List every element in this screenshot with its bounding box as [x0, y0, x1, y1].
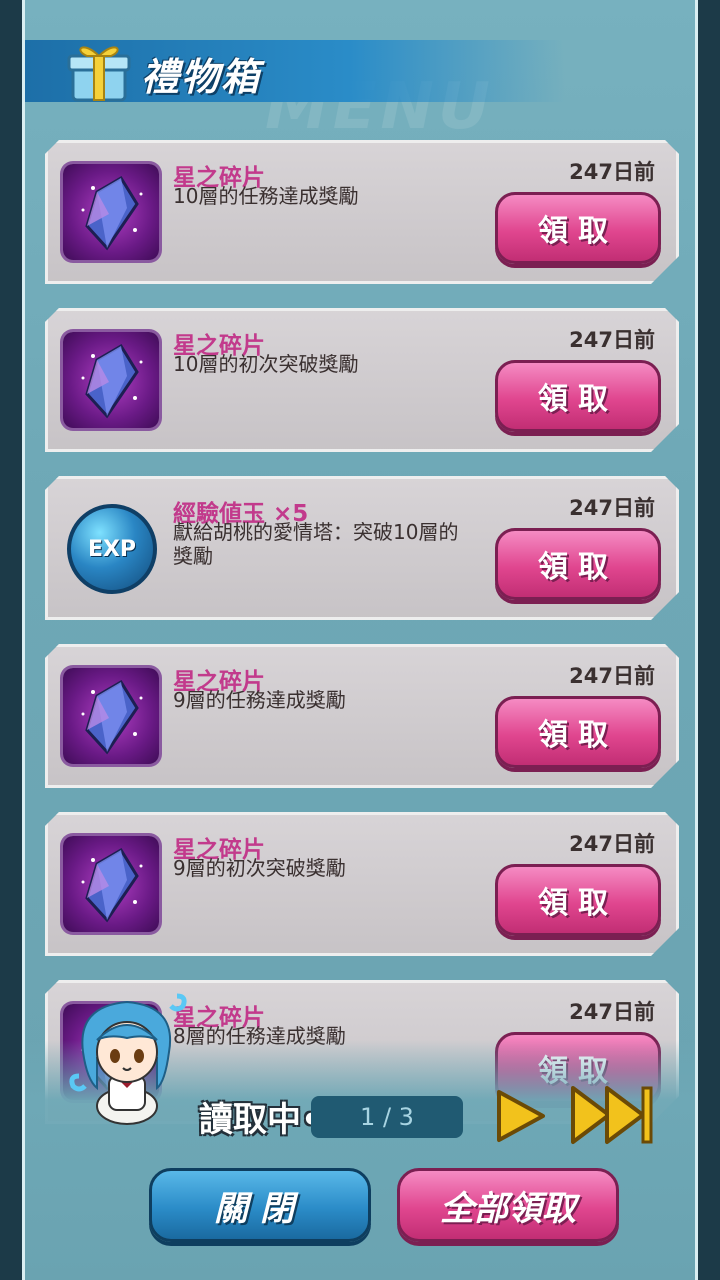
close-button[interactable]: 關閉	[149, 1168, 371, 1242]
gift-card: 星之碎片 9層的任務達成獎勵 247日前 領取	[45, 644, 679, 788]
gift-timestamp: 247日前	[569, 496, 655, 520]
gift-card: 星之碎片 9層的初次突破獎勵 247日前 領取	[45, 812, 679, 956]
next-page-icon[interactable]	[495, 1088, 547, 1144]
gift-timestamp: 247日前	[569, 832, 655, 856]
gift-description: 獻給胡桃的愛情塔：突破10層的獎勵	[173, 520, 459, 568]
star-shard-icon	[63, 668, 159, 764]
gift-description: 9層的任務達成獎勵	[173, 688, 346, 712]
star-shard-icon	[63, 164, 159, 260]
gift-description: 9層的初次突破獎勵	[173, 856, 346, 880]
claim-all-button[interactable]: 全部領取	[397, 1168, 619, 1242]
star-shard-icon	[63, 836, 159, 932]
gift-description: 10層的任務達成獎勵	[173, 184, 359, 208]
gift-card: 星之碎片 10層的任務達成獎勵 247日前 領取	[45, 140, 679, 284]
page-title: 禮物箱	[141, 55, 262, 99]
gift-card: 星之碎片 10層的初次突破獎勵 247日前 領取	[45, 308, 679, 452]
claim-button[interactable]: 領取	[495, 864, 661, 936]
gift-description: 10層的初次突破獎勵	[173, 352, 359, 376]
claim-button[interactable]: 領取	[495, 360, 661, 432]
last-page-icon[interactable]	[569, 1084, 655, 1146]
claim-button[interactable]: 領取	[495, 528, 661, 600]
gift-box-icon	[67, 46, 131, 102]
gift-card: EXP 經驗値玉 ×5 獻給胡桃的愛情塔：突破10層的獎勵 247日前 領取	[45, 476, 679, 620]
mascot-character-icon	[69, 993, 187, 1125]
gift-timestamp: 247日前	[569, 1000, 655, 1024]
claim-button[interactable]: 領取	[495, 696, 661, 768]
star-shard-icon	[63, 332, 159, 428]
page-indicator: 1 / 3	[311, 1096, 463, 1138]
claim-button[interactable]: 領取	[495, 192, 661, 264]
gift-timestamp: 247日前	[569, 160, 655, 184]
gift-timestamp: 247日前	[569, 664, 655, 688]
gift-box-panel: MENU 禮物箱 星之碎片 10層的任務達成獎勵 247日前 領取 星之碎片 1…	[22, 0, 698, 1280]
gift-timestamp: 247日前	[569, 328, 655, 352]
exp-orb-icon: EXP	[67, 504, 157, 594]
